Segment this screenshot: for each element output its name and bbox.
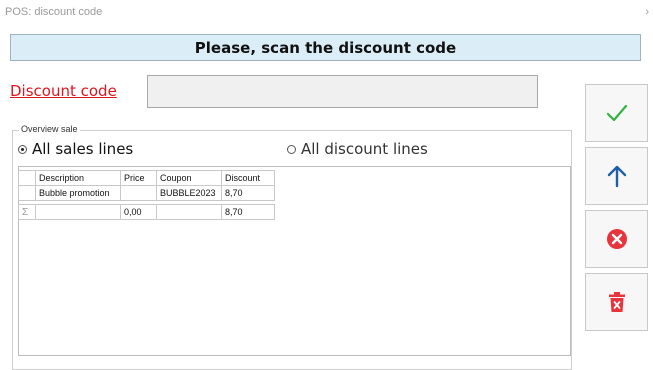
grid-header-row: Description Price Coupon Discount — [18, 170, 275, 186]
close-button[interactable]: › — [645, 6, 649, 18]
trash-icon — [608, 292, 625, 312]
cell-price — [120, 185, 157, 201]
cancel-circle-icon — [606, 229, 627, 249]
radio-all-discount-lines[interactable]: All discount lines — [287, 140, 428, 158]
column-header-price[interactable]: Price — [120, 170, 157, 186]
radio-all-sales-lines-label: All sales lines — [32, 140, 134, 158]
column-header-description[interactable]: Description — [35, 170, 121, 186]
instruction-banner: Please, scan the discount code — [10, 34, 641, 61]
row-indicator — [18, 185, 36, 201]
total-coupon — [156, 204, 222, 220]
radio-selected-indicator — [18, 144, 27, 154]
totals-row: Σ 0,00 8,70 — [18, 204, 275, 220]
cell-coupon: BUBBLE2023 — [156, 185, 222, 201]
cell-discount: 8,70 — [221, 185, 275, 201]
cancel-button[interactable] — [585, 210, 648, 268]
title-bar: POS: discount code › — [0, 0, 653, 28]
discount-code-input[interactable] — [147, 75, 538, 108]
column-header-discount[interactable]: Discount — [221, 170, 275, 186]
confirm-button[interactable] — [585, 84, 648, 142]
total-discount: 8,70 — [221, 204, 275, 220]
radio-all-discount-lines-label: All discount lines — [301, 140, 428, 158]
move-up-button[interactable] — [585, 147, 648, 205]
window-title: POS: discount code — [5, 6, 103, 18]
arrow-up-icon — [607, 165, 626, 188]
check-icon — [606, 104, 627, 122]
discount-code-label[interactable]: Discount code — [10, 82, 117, 100]
column-header-coupon[interactable]: Coupon — [156, 170, 222, 186]
radio-unselected-indicator — [287, 144, 296, 154]
sales-grid: Description Price Coupon Discount Bubble… — [18, 170, 275, 220]
table-row[interactable]: Bubble promotion BUBBLE2023 8,70 — [18, 185, 275, 201]
total-price: 0,00 — [120, 204, 157, 220]
radio-all-sales-lines[interactable]: All sales lines — [18, 140, 133, 158]
delete-button[interactable] — [585, 273, 648, 331]
sigma-icon: Σ — [18, 204, 36, 220]
row-indicator-header — [18, 170, 36, 186]
total-description — [35, 204, 121, 220]
overview-sale-legend: Overview sale — [19, 124, 80, 134]
cell-description: Bubble promotion — [35, 185, 121, 201]
